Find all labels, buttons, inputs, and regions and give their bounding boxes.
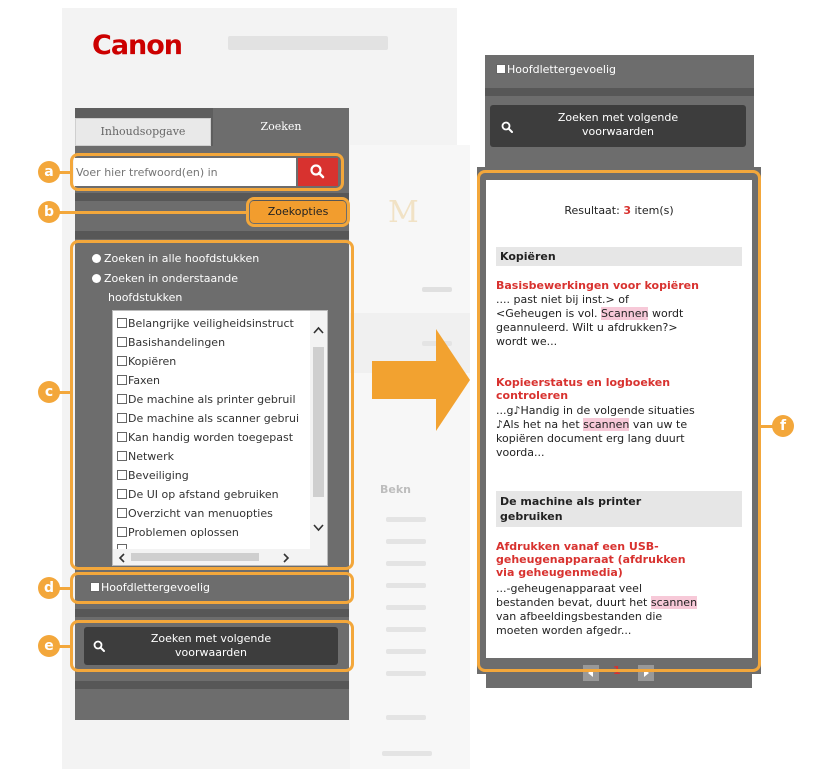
callout-f-highlight [477,170,761,672]
callout-e-badge: e [38,635,60,657]
case-sensitive-label: Hoofdlettergevoelig [507,63,616,76]
case-sensitive-checkbox[interactable]: Hoofdlettergevoelig [496,63,616,76]
divider [75,609,349,617]
callout-a-connector [58,171,72,174]
search-icon [501,121,513,133]
callout-d-badge: d [38,577,60,599]
flow-arrow-head [436,329,470,431]
checkbox[interactable] [496,64,506,74]
search-with-conditions-button[interactable]: Zoeken met volgende voorwaarden [490,105,746,147]
tab-contents[interactable]: Inhoudsopgave [75,118,211,146]
callout-a-badge: a [38,161,60,183]
divider [75,681,349,689]
divider [485,88,754,96]
callout-a-highlight [70,153,344,191]
callout-c-badge: c [38,381,60,403]
callout-b-connector [58,211,248,214]
canon-logo: Canon [92,30,183,61]
main-content-area: M Bekn [350,145,470,769]
callout-c-connector [58,391,72,394]
page-header-title [228,36,388,50]
callout-e-connector [58,645,72,648]
tab-search[interactable]: Zoeken [213,108,349,146]
callout-c-highlight [70,240,354,570]
flow-arrow [372,361,438,399]
callout-f-badge: f [772,415,794,437]
divider [75,231,349,239]
button-label-line2: voorwaarden [581,125,655,138]
callout-d-highlight [70,572,354,604]
callout-b-badge: b [38,201,60,223]
callout-d-connector [58,587,72,590]
button-label-line1: Zoeken met volgende [557,111,679,124]
callout-b-highlight [246,197,350,227]
callout-e-highlight [70,620,354,672]
